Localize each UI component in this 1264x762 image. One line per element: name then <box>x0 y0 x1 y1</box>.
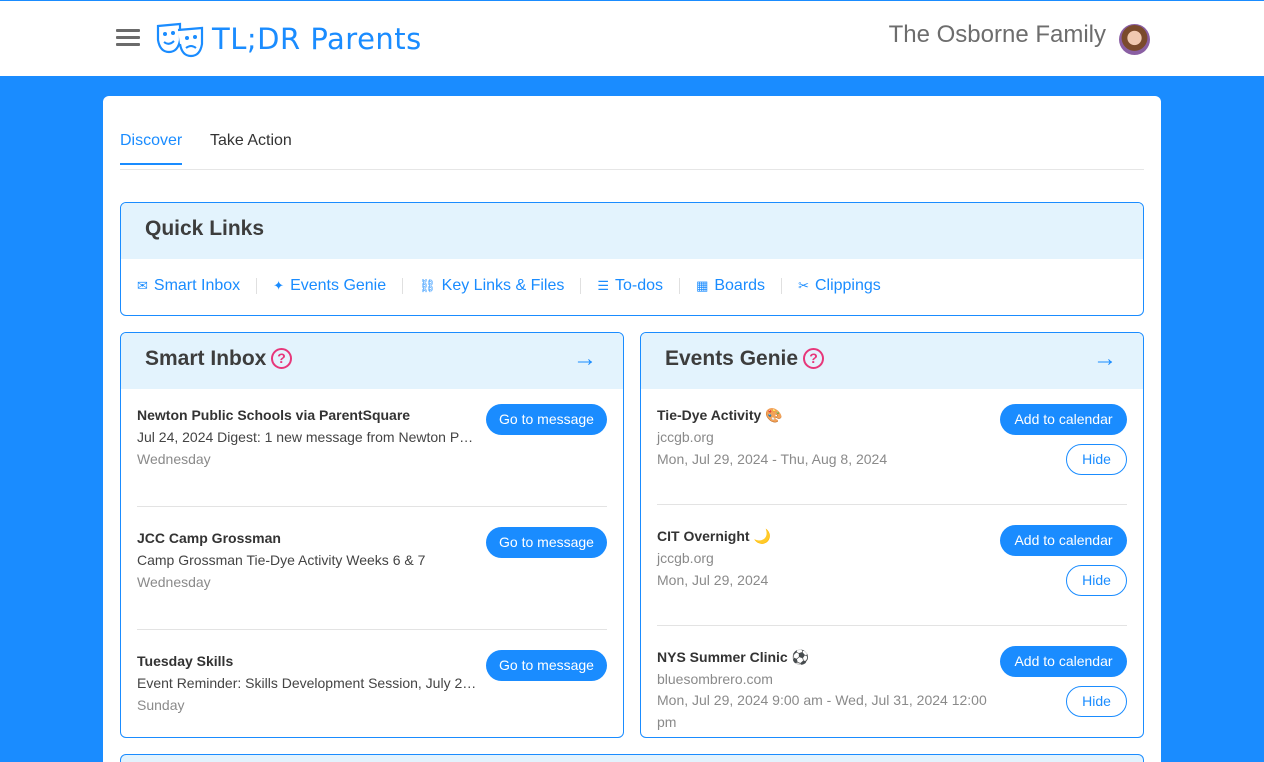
link-icon: ⛓ <box>419 278 436 293</box>
quick-links-title: Quick Links <box>145 217 265 240</box>
inbox-day: Sunday <box>137 697 185 713</box>
add-to-calendar-button[interactable]: Add to calendar <box>1000 646 1127 677</box>
quick-link-label: Clippings <box>814 277 881 294</box>
hide-button[interactable]: Hide <box>1066 565 1127 596</box>
hide-button[interactable]: Hide <box>1066 686 1127 717</box>
hide-button[interactable]: Hide <box>1066 444 1127 475</box>
quick-link-label: Events Genie <box>290 277 387 294</box>
event-title: Tie-Dye Activity 🎨 <box>657 407 783 423</box>
quick-link-label: Boards <box>714 277 766 294</box>
event-date: Mon, Jul 29, 2024 <box>657 572 769 588</box>
menu-icon[interactable] <box>116 29 140 49</box>
smart-inbox-title: Smart Inbox <box>145 347 267 370</box>
inbox-item[interactable]: Newton Public Schools via ParentSquare J… <box>137 404 607 507</box>
inbox-sender: Tuesday Skills <box>137 653 234 669</box>
divider <box>256 278 258 294</box>
list-icon: ☰ <box>597 278 610 293</box>
tab-take-action[interactable]: Take Action <box>210 132 292 163</box>
event-item: Tie-Dye Activity 🎨 jccgb.org Mon, Jul 29… <box>657 404 1127 505</box>
tab-bar: Discover Take Action <box>120 126 1144 170</box>
divider <box>679 278 681 294</box>
event-source: bluesombrero.com <box>657 671 773 687</box>
divider <box>402 278 404 294</box>
go-to-message-button[interactable]: Go to message <box>486 527 607 558</box>
quick-links-header: Quick Links <box>121 203 1143 259</box>
inbox-sender: JCC Camp Grossman <box>137 530 281 546</box>
event-source: jccgb.org <box>657 550 714 566</box>
inbox-subject: Jul 24, 2024 Digest: 1 new message from … <box>137 429 480 445</box>
smart-inbox-card: Smart Inbox ? → Newton Public Schools vi… <box>120 332 624 738</box>
next-card-header <box>120 754 1144 762</box>
inbox-item[interactable]: JCC Camp Grossman Camp Grossman Tie-Dye … <box>137 527 607 630</box>
event-date: Mon, Jul 29, 2024 9:00 am - Wed, Jul 31,… <box>657 692 987 730</box>
divider <box>781 278 783 294</box>
inbox-subject: Event Reminder: Skills Development Sessi… <box>137 675 480 691</box>
quick-link-label: To-dos <box>615 277 664 294</box>
go-to-message-button[interactable]: Go to message <box>486 404 607 435</box>
family-name[interactable]: The Osborne Family <box>889 21 1106 49</box>
go-to-message-button[interactable]: Go to message <box>486 650 607 681</box>
quick-links-list: ✉ Smart Inbox ✦ Events Genie ⛓ Key Links & … <box>137 277 881 295</box>
quick-link-clippings[interactable]: ✂ Clippings <box>798 277 881 295</box>
events-genie-header: Events Genie ? → <box>641 333 1143 389</box>
mail-icon: ✉ <box>137 278 148 293</box>
divider <box>580 278 582 294</box>
main-panel: Discover Take Action Quick Links ✉ Smart … <box>103 96 1161 762</box>
top-bar: TL;DR Parents The Osborne Family <box>0 1 1264 76</box>
inbox-day: Wednesday <box>137 574 211 590</box>
help-icon[interactable]: ? <box>271 348 292 369</box>
quick-link-events-genie[interactable]: ✦ Events Genie <box>273 277 386 295</box>
arrow-right-icon[interactable]: → <box>1093 345 1117 373</box>
quick-link-smart-inbox[interactable]: ✉ Smart Inbox <box>137 277 240 295</box>
inbox-item[interactable]: Tuesday Skills Event Reminder: Skills De… <box>137 650 607 737</box>
event-date: Mon, Jul 29, 2024 - Thu, Aug 8, 2024 <box>657 451 888 467</box>
app-logo[interactable]: TL;DR Parents <box>154 19 422 59</box>
inbox-sender: Newton Public Schools via ParentSquare <box>137 407 411 423</box>
quick-link-key-links[interactable]: ⛓ Key Links & Files <box>419 277 564 295</box>
logo-text: TL;DR Parents <box>212 22 422 56</box>
event-source: jccgb.org <box>657 429 714 445</box>
events-genie-title: Events Genie <box>665 347 799 370</box>
arrow-right-icon[interactable]: → <box>573 345 597 373</box>
inbox-subject: Camp Grossman Tie-Dye Activity Weeks 6 &… <box>137 552 426 568</box>
smart-inbox-header: Smart Inbox ? → <box>121 333 623 389</box>
quick-link-label: Key Links & Files <box>441 277 565 294</box>
event-title: CIT Overnight 🌙 <box>657 528 771 544</box>
quick-links-card: Quick Links ✉ Smart Inbox ✦ Events Genie ⛓… <box>120 202 1144 316</box>
sparkle-icon: ✦ <box>273 278 285 293</box>
add-to-calendar-button[interactable]: Add to calendar <box>1000 525 1127 556</box>
event-title: NYS Summer Clinic ⚽ <box>657 649 810 665</box>
help-icon[interactable]: ? <box>803 348 824 369</box>
quick-link-label: Smart Inbox <box>153 277 241 294</box>
event-item: NYS Summer Clinic ⚽ bluesombrero.com Mon… <box>657 646 1127 737</box>
add-to-calendar-button[interactable]: Add to calendar <box>1000 404 1127 435</box>
events-genie-card: Events Genie ? → Tie-Dye Activity 🎨 jccg… <box>640 332 1144 738</box>
event-item: CIT Overnight 🌙 jccgb.org Mon, Jul 29, 2… <box>657 525 1127 626</box>
scissors-icon: ✂ <box>798 278 809 293</box>
quick-link-boards[interactable]: ▦ Boards <box>696 277 765 295</box>
grid-icon: ▦ <box>696 278 709 293</box>
avatar[interactable] <box>1119 24 1150 55</box>
quick-link-todos[interactable]: ☰ To-dos <box>597 277 663 295</box>
theater-masks-icon <box>156 22 204 58</box>
inbox-day: Wednesday <box>137 451 211 467</box>
tab-discover[interactable]: Discover <box>120 132 183 165</box>
